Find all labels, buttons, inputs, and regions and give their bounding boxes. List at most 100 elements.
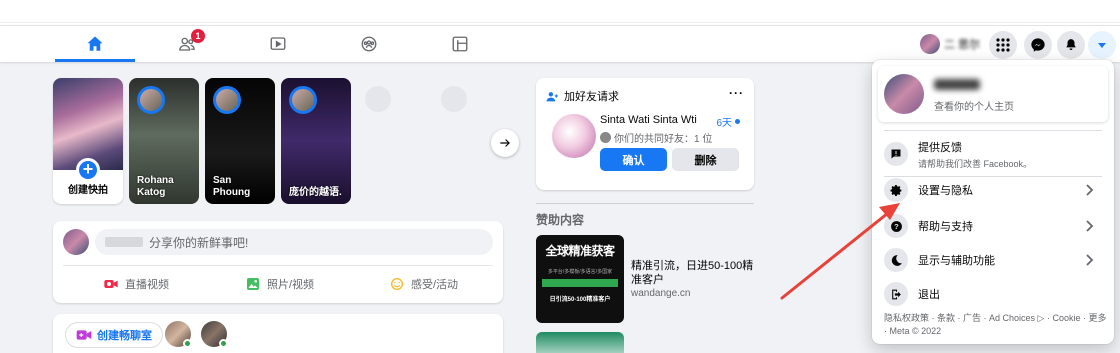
friends-badge: 1 (191, 29, 205, 43)
tab-watch[interactable] (238, 26, 318, 62)
tab-gaming[interactable] (420, 26, 500, 62)
feedback-subtitle: 请帮助我们改善 Facebook。 (918, 158, 1033, 169)
story-author: San Phoung (213, 175, 251, 198)
video-camera-icon (76, 330, 92, 340)
divider (884, 130, 1102, 131)
feedback-text: 提供反馈 请帮助我们改善 Facebook。 (918, 139, 1032, 170)
avatar[interactable] (165, 321, 192, 348)
logout-label: 退出 (918, 289, 940, 301)
photo-icon (247, 278, 259, 290)
blurred-name (105, 237, 143, 247)
give-feedback-item[interactable]: 提供反馈 请帮助我们改善 Facebook。 (878, 134, 1108, 174)
smiley-icon (391, 278, 403, 290)
create-story-label: 创建快拍 (68, 185, 108, 196)
online-indicator (183, 339, 192, 348)
stories-next-button[interactable] (491, 129, 519, 157)
live-video-button[interactable]: 直播视频 (103, 271, 169, 297)
feeling-activity-label: 感受/活动 (411, 279, 459, 291)
composer-input[interactable]: 分享你的新鲜事吧! (95, 229, 493, 255)
logout-icon (884, 282, 908, 306)
avatar[interactable] (552, 114, 596, 158)
avatar (137, 86, 165, 114)
story-card[interactable]: Rohana Katog (129, 78, 199, 204)
moon-icon (884, 248, 908, 272)
account-menu: 查看你的个人主页 提供反馈 请帮助我们改善 Facebook。 设置与隐私 ? … (872, 60, 1114, 344)
more-options-button[interactable]: ··· (729, 86, 744, 100)
divider (63, 265, 493, 266)
notifications-button[interactable] (1057, 31, 1085, 59)
help-support-label: 帮助与支持 (918, 221, 973, 233)
avatar (920, 34, 940, 54)
account-button[interactable] (1088, 31, 1116, 59)
feedback-icon (884, 142, 908, 166)
account-menu-profile[interactable]: 查看你的个人主页 (878, 66, 1108, 122)
room-card: 创建畅聊室 (53, 314, 503, 353)
settings-privacy-label: 设置与隐私 (918, 185, 973, 197)
story-author: Rohana Katog (137, 175, 174, 198)
divider (536, 203, 754, 204)
photo-video-button[interactable]: 照片/视频 (245, 271, 314, 297)
mutual-friends-label: 你们的共同好友：1 位 (614, 134, 713, 145)
tab-home[interactable] (55, 26, 135, 62)
live-video-label: 直播视频 (125, 279, 169, 291)
delete-button[interactable]: 删除 (672, 148, 739, 171)
avatar[interactable] (201, 321, 228, 348)
requester-name[interactable]: Sinta Wati Sinta Wti (600, 114, 697, 126)
sponsored-title: 赞助内容 (536, 213, 585, 227)
story-profile-image (53, 78, 123, 170)
mutual-friend-avatar (600, 132, 611, 143)
ad-image[interactable]: 全球精准获客 多平台/多模板/多语言/多国家 日引流50-100精准客户 (536, 235, 624, 323)
story-placeholder (357, 78, 427, 204)
unread-dot (735, 119, 740, 124)
bell-icon (1066, 39, 1076, 50)
story-card[interactable]: San Phoung (205, 78, 275, 204)
avatar (289, 86, 317, 114)
friend-requests-header: 加好友请求 (546, 88, 619, 104)
create-room-label: 创建畅聊室 (97, 330, 152, 342)
ad-image-title: 全球精准获客 (545, 244, 615, 258)
caret-down-icon (1098, 43, 1106, 48)
profile-chip[interactable]: 二 思尔 (920, 31, 980, 57)
mutual-friends: 你们的共同好友：1 位 (600, 130, 712, 145)
friend-request-icon (546, 91, 558, 101)
chevron-right-icon (1086, 254, 1094, 266)
tab-groups[interactable] (329, 26, 409, 62)
help-support-item[interactable]: ? 帮助与支持 (878, 210, 1108, 242)
feeling-activity-button[interactable]: 感受/活动 (389, 271, 458, 297)
ad-text[interactable]: 精准引流，日进50-100精准客户 (631, 259, 755, 287)
ad-domain: wandange.cn (631, 288, 691, 299)
ad-image-subtitle: 多平台/多模板/多语言/多国家 (547, 269, 613, 275)
account-name-blurred (934, 79, 980, 90)
confirm-button[interactable]: 确认 (600, 148, 667, 171)
create-room-button[interactable]: 创建畅聊室 (65, 322, 163, 348)
menu-footer-links[interactable]: 隐私权政策 · 条款 · 广告 · Ad Choices ▷ · Cookie … (884, 312, 1110, 338)
logout-item[interactable]: 退出 (878, 278, 1108, 310)
avatar (884, 74, 924, 114)
placeholder-avatar (365, 86, 391, 112)
chevron-right-icon (1086, 184, 1094, 196)
home-icon (87, 36, 103, 51)
display-accessibility-item[interactable]: 显示与辅助功能 (878, 244, 1108, 276)
top-navigation: 1 二 思尔 (0, 26, 1120, 62)
ad-image-bar (542, 279, 618, 287)
request-age-label: 6天 (716, 118, 732, 129)
view-profile-label: 查看你的个人主页 (934, 102, 1014, 113)
friend-requests-card: 加好友请求 ··· Sinta Wati Sinta Wti 6天 你们的共同好… (536, 78, 754, 190)
chevron-right-icon (1086, 220, 1094, 232)
question-icon: ? (884, 214, 908, 238)
watch-icon (270, 37, 286, 50)
avatar (213, 86, 241, 114)
settings-privacy-item[interactable]: 设置与隐私 (878, 174, 1108, 206)
ad-image[interactable] (536, 332, 624, 353)
post-composer: 分享你的新鲜事吧! 直播视频 照片/视频 感受/活动 (53, 221, 503, 303)
story-card[interactable]: 庞价的越语. (281, 78, 351, 204)
tab-friends[interactable]: 1 (147, 26, 227, 62)
create-story-card[interactable]: + 创建快拍 (53, 78, 123, 204)
messenger-button[interactable] (1024, 31, 1052, 59)
menu-button[interactable] (989, 31, 1017, 59)
messenger-icon (1031, 38, 1045, 52)
profile-chip-name: 二 思尔 (944, 39, 981, 51)
placeholder-avatar (441, 86, 467, 112)
arrow-right-icon (500, 139, 510, 147)
feedback-title: 提供反馈 (918, 141, 962, 154)
